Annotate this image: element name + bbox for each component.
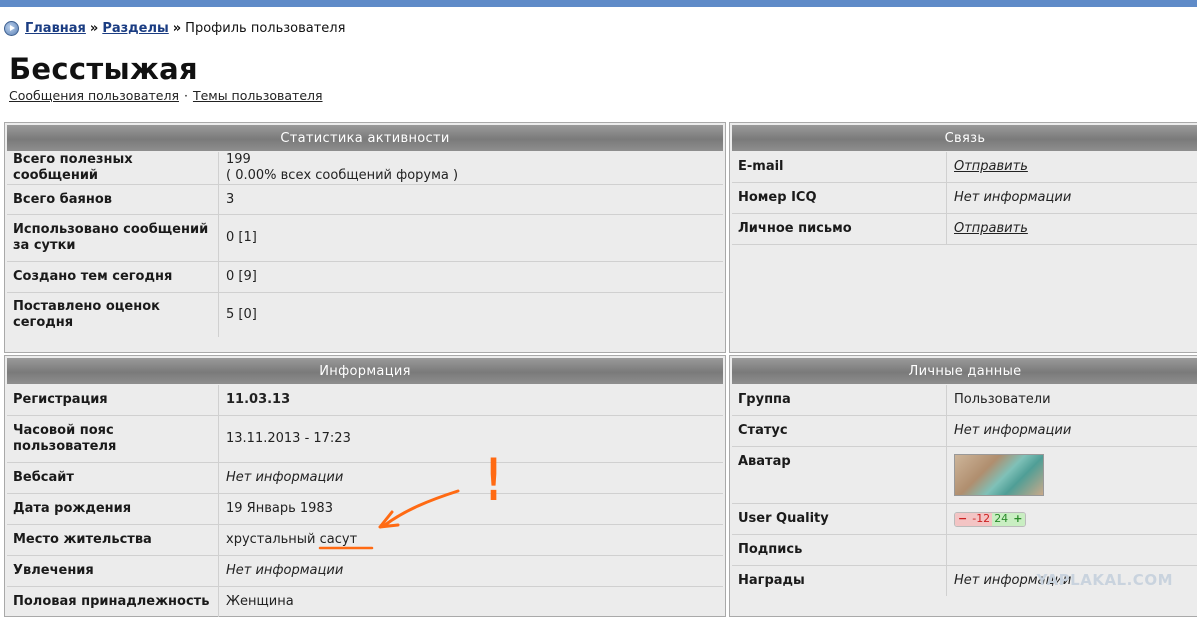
activity-label: Использовано сообщений за сутки — [7, 215, 219, 261]
info-label: Часовой пояс пользователя — [7, 416, 219, 462]
info-panel: Информация Регистрация 11.03.13 Часовой … — [4, 355, 726, 617]
info-row: Место жительства хрустальный сасут — [7, 525, 723, 556]
avatar-image[interactable] — [954, 454, 1044, 496]
info-label: Половая принадлежность — [7, 587, 219, 617]
contact-panel: Связь E-mail Отправить Номер ICQ Нет инф… — [729, 122, 1197, 353]
contact-row: Номер ICQ Нет информации — [732, 183, 1197, 214]
contact-label: Номер ICQ — [732, 183, 947, 213]
user-topics-link[interactable]: Темы пользователя — [193, 88, 323, 103]
activity-value: 0 [9] — [226, 269, 257, 284]
breadcrumb: Главная » Разделы » Профиль пользователя — [4, 18, 345, 38]
contact-value: Отправить — [947, 214, 1197, 244]
rating-negative: -12 — [970, 512, 993, 526]
activity-label: Поставлено оценок сегодня — [7, 293, 219, 337]
watermark: YAPLAKAL.COM — [1036, 571, 1173, 589]
profile-name: Бесстыжая — [9, 52, 198, 86]
personal-row: Статус Нет информации — [732, 416, 1197, 447]
personal-label: User Quality — [732, 504, 947, 534]
activity-row: Всего полезных сообщений 199 ( 0.00% все… — [7, 152, 723, 185]
send-email-link[interactable]: Отправить — [954, 159, 1028, 175]
activity-panel-header: Статистика активности — [7, 125, 723, 151]
personal-label: Награды — [732, 566, 947, 596]
breadcrumb-separator: » — [89, 20, 99, 36]
personal-row: Группа Пользователи — [732, 385, 1197, 416]
breadcrumb-sections-link[interactable]: Разделы — [102, 21, 168, 36]
contact-row: Личное письмо Отправить — [732, 214, 1197, 245]
personal-label: Статус — [732, 416, 947, 446]
links-separator: · — [183, 88, 188, 103]
activity-label: Создано тем сегодня — [7, 262, 219, 292]
activity-row: Использовано сообщений за сутки 0 [1] — [7, 215, 723, 262]
breadcrumb-arrow-icon — [4, 20, 19, 36]
user-quality-rating: − -12 24 + — [954, 511, 1027, 527]
personal-panel-header: Личные данные — [732, 358, 1197, 384]
info-label: Увлечения — [7, 556, 219, 586]
contact-label: Личное письмо — [732, 214, 947, 244]
info-label: Регистрация — [7, 385, 219, 415]
info-label: Вебсайт — [7, 463, 219, 493]
total-posts-value: 199 — [226, 152, 251, 167]
rating-positive: 24 — [992, 512, 1011, 526]
info-row: Увлечения Нет информации — [7, 556, 723, 587]
breadcrumb-home-link[interactable]: Главная — [25, 21, 86, 36]
activity-label: Всего баянов — [7, 185, 219, 214]
activity-value: 199 ( 0.00% всех сообщений форума ) — [219, 152, 723, 184]
personal-value — [947, 447, 1197, 503]
info-row: Регистрация 11.03.13 — [7, 385, 723, 416]
info-value: 11.03.13 — [226, 392, 291, 407]
personal-label: Подпись — [732, 535, 947, 565]
info-label: Место жительства — [7, 525, 219, 555]
activity-value: 3 — [226, 191, 235, 207]
activity-row: Поставлено оценок сегодня 5 [0] — [7, 293, 723, 337]
contact-row: E-mail Отправить — [732, 152, 1197, 183]
activity-value: 5 [0] — [226, 307, 257, 322]
rate-down-button[interactable]: − — [955, 512, 971, 526]
info-value: Женщина — [226, 594, 294, 609]
user-messages-link[interactable]: Сообщения пользователя — [9, 88, 179, 103]
personal-label: Аватар — [732, 447, 947, 503]
top-bar — [0, 0, 1197, 7]
info-value: хрустальный сасут — [226, 532, 358, 547]
info-label: Дата рождения — [7, 494, 219, 524]
personal-value: Нет информации — [954, 423, 1072, 438]
info-row: Часовой пояс пользователя 13.11.2013 - 1… — [7, 416, 723, 463]
breadcrumb-current: Профиль пользователя — [185, 20, 346, 36]
personal-value: − -12 24 + — [947, 504, 1197, 534]
contact-value: Нет информации — [954, 190, 1072, 205]
info-row: Дата рождения 19 Январь 1983 — [7, 494, 723, 525]
personal-row: User Quality − -12 24 + — [732, 504, 1197, 535]
contact-label: E-mail — [732, 152, 947, 182]
activity-value: 0 [1] — [226, 230, 257, 245]
personal-value — [947, 535, 1197, 565]
activity-row: Создано тем сегодня 0 [9] — [7, 262, 723, 293]
info-value: Нет информации — [226, 563, 344, 578]
profile-links: Сообщения пользователя · Темы пользователя — [9, 88, 323, 103]
activity-label: Всего полезных сообщений — [7, 152, 219, 184]
personal-value: Пользователи — [954, 392, 1051, 407]
activity-panel: Статистика активности Всего полезных соо… — [4, 122, 726, 353]
info-value: Нет информации — [226, 470, 344, 485]
send-pm-link[interactable]: Отправить — [954, 221, 1028, 237]
info-value: 13.11.2013 - 17:23 — [226, 431, 351, 446]
contact-value: Отправить — [947, 152, 1197, 182]
rate-up-button[interactable]: + — [1010, 512, 1026, 526]
total-posts-percent: ( 0.00% всех сообщений форума ) — [226, 168, 459, 183]
activity-row: Всего баянов 3 — [7, 185, 723, 215]
info-panel-header: Информация — [7, 358, 723, 384]
breadcrumb-separator: » — [172, 20, 182, 36]
personal-row: Подпись — [732, 535, 1197, 566]
info-value: 19 Январь 1983 — [226, 501, 333, 516]
info-row: Вебсайт Нет информации — [7, 463, 723, 494]
personal-row: Аватар — [732, 447, 1197, 504]
info-row: Половая принадлежность Женщина — [7, 587, 723, 617]
personal-label: Группа — [732, 385, 947, 415]
contact-panel-header: Связь — [732, 125, 1197, 151]
